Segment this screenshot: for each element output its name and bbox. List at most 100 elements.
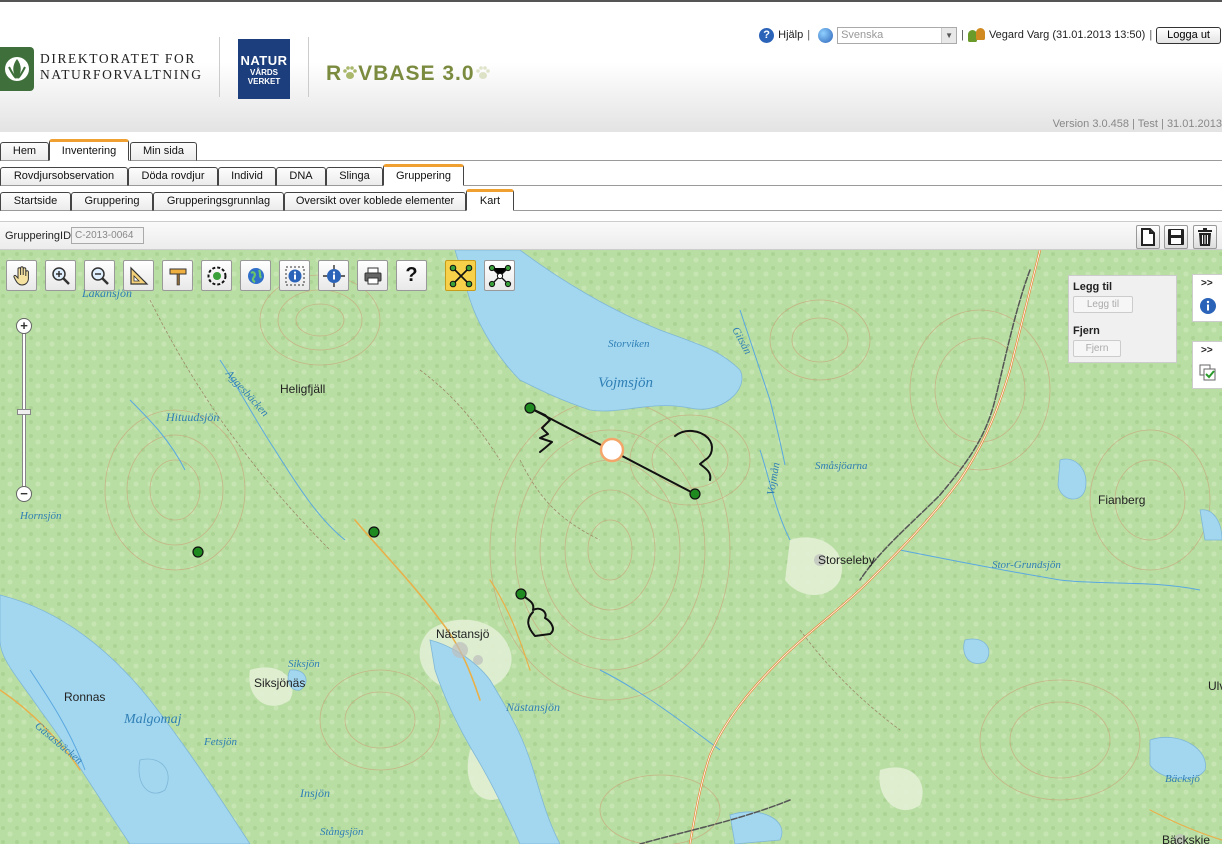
expand-chevron-icon: >> (1201, 345, 1213, 356)
logout-button[interactable]: Logga ut (1156, 26, 1221, 44)
users-icon (967, 28, 986, 42)
tab-hem[interactable]: Hem (0, 142, 49, 161)
map-label-heligfjall: Heligfjäll (280, 382, 326, 396)
gruppering-tabs: Startside Gruppering Grupperingsgrunnlag… (0, 187, 1222, 211)
zoom-out-icon (90, 266, 109, 285)
map-view[interactable]: Lakansjön Storviken Vojmsjön Gitsån Hitu… (0, 250, 1222, 844)
help-link[interactable]: Hjälp (778, 29, 803, 41)
tab-inventering[interactable]: Inventering (49, 139, 129, 161)
gruppering-id-bar: GrupperingID C-2013-0064 (0, 221, 1222, 250)
observation-point[interactable] (515, 588, 527, 600)
map-label-nastansjo: Nästansjö (436, 627, 490, 641)
user-info: Vegard Varg (31.01.2013 13:50) (988, 29, 1146, 41)
zoom-in-icon (51, 266, 70, 285)
language-select[interactable]: Svenska ▼ (837, 26, 958, 44)
map-label-ronnas: Ronnas (64, 690, 106, 704)
layers-panel-toggle[interactable]: >> (1192, 341, 1222, 389)
remove-heading: Fjern (1073, 325, 1100, 337)
zoom-slider[interactable]: + − (15, 318, 33, 502)
help-tool-button[interactable]: ? (396, 260, 427, 291)
network-tool-button-active[interactable] (445, 260, 476, 291)
remove-button[interactable]: Fjern (1073, 340, 1121, 357)
separator: | (1149, 29, 1153, 41)
paw-icon (475, 63, 491, 79)
tab-kart[interactable]: Kart (466, 189, 514, 211)
paw-icon (342, 63, 358, 79)
pan-icon (12, 265, 29, 286)
signpost-tool-button[interactable] (162, 260, 193, 291)
org-name-line1: DIREKTORATET FOR (40, 51, 196, 66)
info-select-icon (322, 264, 345, 287)
tab-gruppering[interactable]: Gruppering (383, 164, 464, 186)
map-label-ulv: Ulv (1208, 679, 1222, 693)
info-tool-button[interactable] (279, 260, 310, 291)
zoom-out-tool-button[interactable] (84, 260, 115, 291)
tab-individ[interactable]: Individ (218, 167, 276, 186)
map-label-storseleby: Storseleby (818, 553, 875, 567)
tab-startside[interactable]: Startside (0, 192, 71, 211)
tab-dna[interactable]: DNA (276, 167, 326, 186)
globe-tool-button[interactable] (240, 260, 271, 291)
info-panel-toggle[interactable]: >> (1192, 274, 1222, 322)
tab-gruppering-sub[interactable]: Gruppering (71, 192, 153, 211)
zoom-in-tool-button[interactable] (45, 260, 76, 291)
map-label-backskje: Bäckskje (1162, 833, 1211, 844)
zoom-minus-icon[interactable]: − (16, 486, 32, 502)
expand-chevron-icon: >> (1201, 278, 1213, 289)
inventering-tabs: Rovdjursobservation Döda rovdjur Individ… (0, 162, 1222, 186)
measure-icon (129, 266, 148, 285)
info-icon (285, 266, 304, 285)
tab-slinga[interactable]: Slinga (326, 167, 383, 186)
network-tool-button[interactable] (484, 260, 515, 291)
observation-point[interactable] (689, 488, 701, 500)
tab-oversikt-koblede[interactable]: Oversikt over koblede elementer (284, 192, 466, 211)
select-circle-tool-button[interactable] (201, 260, 232, 291)
print-tool-button[interactable] (357, 260, 388, 291)
map-label-stangsjon: Stångsjön (320, 826, 364, 838)
map-label-hituudsjon: Hituudsjön (166, 410, 220, 424)
help-icon[interactable]: ? (759, 27, 775, 43)
globe-icon (247, 267, 264, 284)
map-label-hornsjon: Hornsjön (20, 510, 62, 522)
map-label-fianberg: Fianberg (1098, 493, 1146, 507)
tab-doda-rovdjur[interactable]: Döda rovdjur (128, 167, 218, 186)
gruppering-id-field[interactable]: C-2013-0064 (71, 227, 144, 244)
help-icon: ? (405, 264, 418, 286)
map-label-backsjo: Bäcksjö (1165, 773, 1200, 785)
language-selected: Svenska (841, 28, 884, 41)
signpost-icon (169, 268, 186, 285)
selected-point-marker[interactable] (599, 437, 625, 463)
tab-min-sida[interactable]: Min sida (130, 142, 197, 161)
map-label-nastansjon: Nästansjön (506, 700, 561, 714)
tab-rovdjursobservation[interactable]: Rovdjursobservation (0, 167, 128, 186)
pan-tool-button[interactable] (6, 260, 37, 291)
main-tabs: Hem Inventering Min sida (0, 137, 1222, 161)
new-document-button[interactable] (1136, 225, 1160, 249)
measure-tool-button[interactable] (123, 260, 154, 291)
org-name: DIREKTORATET FOR NATURFORVALTNING (40, 51, 203, 83)
add-heading: Legg til (1073, 281, 1113, 293)
delete-button[interactable] (1193, 225, 1217, 249)
observation-point[interactable] (524, 402, 536, 414)
map-label-malgomaj: Malgomaj (124, 712, 182, 727)
map-label-siksjon: Siksjön (288, 658, 320, 670)
info-select-tool-button[interactable] (318, 260, 349, 291)
save-button[interactable] (1164, 225, 1188, 249)
zoom-slider-thumb[interactable] (17, 409, 31, 415)
network-icon (488, 264, 511, 287)
observation-point[interactable] (192, 546, 204, 558)
add-button[interactable]: Legg til (1073, 296, 1133, 313)
tab-grupperingsgrunnlag[interactable]: Grupperingsgrunnlag (153, 192, 284, 211)
observation-point[interactable] (368, 526, 380, 538)
zoom-plus-icon[interactable]: + (16, 318, 32, 334)
layers-check-icon (1199, 364, 1216, 381)
separator: | (961, 29, 964, 41)
save-icon (1168, 229, 1184, 245)
page-header: DIREKTORATET FOR NATURFORVALTNING NATUR … (0, 5, 1222, 132)
chevron-down-icon[interactable]: ▼ (941, 27, 957, 43)
org-name-line2: NATURFORVALTNING (40, 67, 203, 82)
map-label-vojmsjon: Vojmsjön (598, 375, 654, 391)
select-circle-icon (207, 266, 226, 285)
print-icon (364, 267, 381, 284)
gruppering-id-label: GrupperingID (5, 230, 72, 242)
